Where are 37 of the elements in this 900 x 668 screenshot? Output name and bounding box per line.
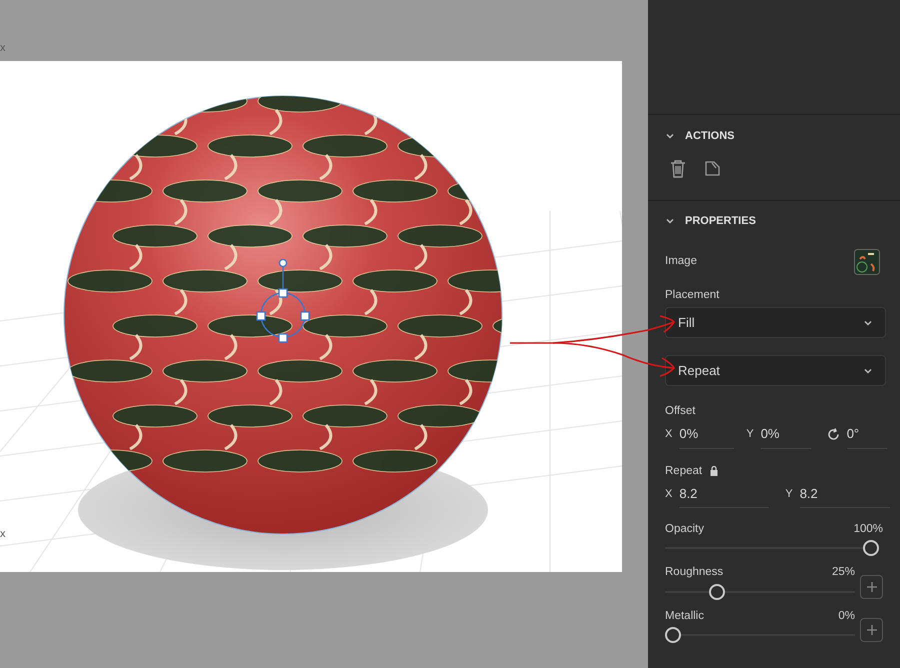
slider-value: 25% xyxy=(832,567,855,579)
section-title: PROPERTIES xyxy=(685,214,756,228)
input-field[interactable]: 0% xyxy=(760,420,811,448)
slider-value: 0% xyxy=(838,610,855,622)
lock-icon[interactable] xyxy=(710,466,718,476)
plus-icon xyxy=(866,582,876,592)
input-field[interactable]: 0% xyxy=(679,420,734,448)
slider-label: Roughness xyxy=(665,567,724,579)
input-field[interactable]: 8.2 xyxy=(679,480,770,508)
placement-label: Placement xyxy=(665,288,720,303)
axis-label: X xyxy=(665,486,672,502)
slider-thumb[interactable] xyxy=(708,584,724,600)
add-button[interactable] xyxy=(860,618,883,642)
plus-icon xyxy=(866,625,876,636)
slider-label: Metallic xyxy=(665,610,704,622)
axis-label: X xyxy=(665,427,672,442)
slider-thumb[interactable] xyxy=(863,540,879,556)
trash-icon[interactable] xyxy=(670,160,686,178)
edge-label: x xyxy=(0,43,6,54)
page-icon[interactable] xyxy=(705,161,720,176)
slider-value: 100% xyxy=(854,524,883,536)
input-field[interactable]: 8.2 xyxy=(800,480,890,508)
input-field[interactable]: 0° xyxy=(846,420,887,448)
dropdown[interactable]: Fill xyxy=(665,307,886,338)
add-button[interactable] xyxy=(860,574,883,599)
slider-thumb[interactable] xyxy=(665,627,681,644)
dropdown[interactable]: Repeat xyxy=(665,355,886,386)
repeat-label: Repeat xyxy=(665,464,702,478)
image-label: Image xyxy=(665,254,697,270)
axis-label: Y xyxy=(785,486,793,502)
slider-label: Opacity xyxy=(665,524,704,536)
axis-label: Y xyxy=(746,427,754,442)
pattern-thumbnail[interactable] xyxy=(854,249,880,275)
offset-label: Offset xyxy=(665,404,696,420)
rotate-icon xyxy=(826,428,840,441)
edge-label: x xyxy=(0,529,6,540)
section-title: ACTIONS xyxy=(685,129,734,144)
